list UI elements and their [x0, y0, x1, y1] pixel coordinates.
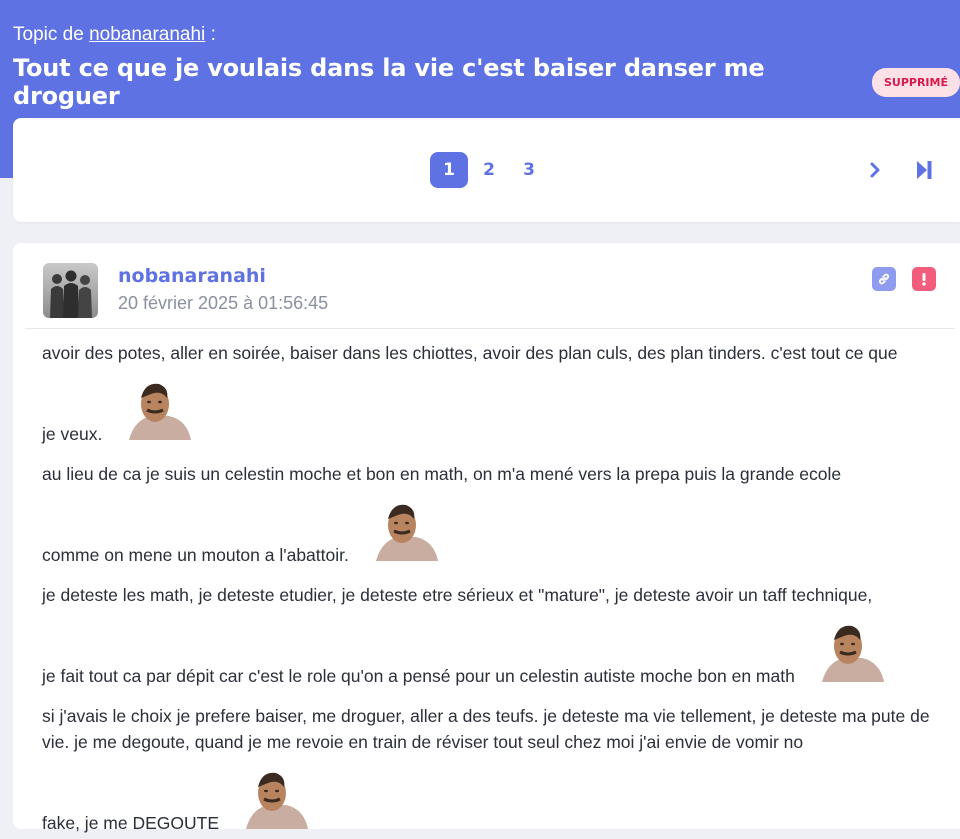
page-3-button[interactable]: 3 [510, 152, 548, 188]
paragraph-tail: je veux. [42, 424, 103, 444]
skip-to-end-icon [917, 161, 932, 179]
post-author-link[interactable]: nobanaranahi [118, 265, 266, 287]
next-page-button[interactable] [863, 158, 887, 182]
paragraph-text: je deteste les math, je deteste etudier,… [42, 585, 873, 605]
link-icon [879, 273, 889, 285]
paragraph-tail: je fait tout ca par dépit car c'est le r… [42, 666, 795, 686]
risitas-sticker-icon [241, 765, 310, 829]
paragraph-text: au lieu de ca je suis un celestin moche … [42, 464, 842, 484]
deleted-badge: SUPPRIMÉ [871, 67, 960, 97]
post-body: avoir des potes, aller en soirée, baiser… [42, 340, 947, 839]
post-paragraph: si j'avais le choix je prefere baiser, m… [42, 703, 947, 836]
post-paragraph: je deteste les math, je deteste etudier,… [42, 582, 947, 689]
risitas-sticker-icon [817, 618, 886, 682]
paragraph-text: avoir des potes, aller en soirée, baiser… [42, 343, 898, 363]
page-list: 1 2 3 [430, 152, 548, 188]
page-2-button[interactable]: 2 [470, 152, 508, 188]
topic-author-link[interactable]: nobanaranahi [89, 24, 205, 45]
paragraph-tail: fake, je me DEGOUTE [42, 813, 219, 833]
avatar-silhouettes-icon [43, 263, 98, 318]
topic-prefix: Topic de [13, 24, 84, 45]
paragraph-text: si j'avais le choix je prefere baiser, m… [42, 706, 930, 752]
avatar[interactable] [43, 263, 98, 318]
chevron-right-icon [870, 162, 880, 178]
last-page-button[interactable] [912, 158, 936, 182]
title-row: Tout ce que je voulais dans la vie c'est… [13, 54, 960, 110]
topic-suffix: : [210, 24, 216, 45]
permalink-button[interactable] [872, 267, 896, 291]
pagination-bar: 1 2 3 [13, 118, 960, 222]
post-card: nobanaranahi 20 février 2025 à 01:56:45 … [13, 243, 960, 833]
risitas-sticker-icon [125, 376, 194, 440]
post-date: 20 février 2025 à 01:56:45 [118, 293, 329, 313]
paragraph-tail: comme on mene un mouton a l'abattoir. [42, 545, 349, 565]
report-button[interactable] [912, 267, 936, 291]
post-paragraph: avoir des potes, aller en soirée, baiser… [42, 340, 947, 447]
post-divider [25, 328, 955, 329]
post-paragraph: au lieu de ca je suis un celestin moche … [42, 461, 947, 568]
topic-title: Tout ce que je voulais dans la vie c'est… [13, 54, 765, 110]
page-1-button[interactable]: 1 [430, 152, 468, 188]
topic-byline: Topic de nobanaranahi : [13, 24, 216, 46]
risitas-sticker-icon [371, 497, 440, 561]
report-icon [922, 273, 926, 286]
